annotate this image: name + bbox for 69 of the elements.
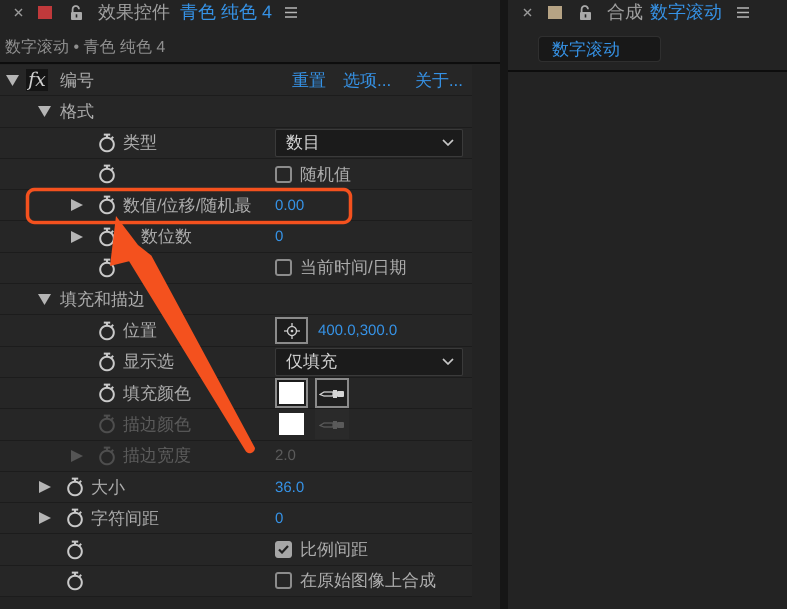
checkbox[interactable] [275,572,292,590]
stopwatch-icon[interactable] [98,226,116,247]
eyedropper-button[interactable] [315,378,349,408]
twirl-right-icon[interactable] [38,481,51,493]
stopwatch-icon[interactable] [66,477,84,497]
twirl-right-icon[interactable] [70,199,83,212]
dropdown[interactable]: 仅填充 [275,348,463,376]
group-label: 格式 [60,102,94,120]
action-link[interactable]: 选项... [343,72,392,89]
unlocked-padlock-icon[interactable] [579,4,592,20]
checkbox-label: 比例间距 [300,541,368,558]
checkbox-label: 随机值 [300,166,351,183]
number-value[interactable]: 0 [275,510,284,526]
target-button[interactable] [275,317,308,344]
checkbox[interactable] [275,166,292,183]
breadcrumb: 数字滚动 • 青色 纯色 4 [5,40,166,56]
coordinate-value[interactable]: 400.0,300.0 [318,323,398,338]
property-label: 数值/位移/随机最 [123,196,252,214]
stopwatch-icon[interactable] [98,320,116,341]
twirl-right-icon[interactable] [38,512,51,524]
checkbox-label: 在原始图像上合成 [300,572,436,590]
property-label: 数位数 [141,228,192,246]
number-value[interactable]: 36.0 [275,480,304,494]
property-label: 显示选 [123,353,174,370]
stopwatch-icon[interactable] [98,164,116,184]
twirl-down-icon[interactable] [38,106,51,117]
checkbox[interactable] [275,541,292,558]
property-label: 填充颜色 [123,384,191,402]
stopwatch-icon[interactable] [98,195,116,216]
stopwatch-icon[interactable] [98,352,116,372]
eyedropper-icon [319,388,345,398]
stopwatch-icon[interactable] [98,132,116,153]
panel-title: 合成 [607,3,643,21]
twirl-down-icon[interactable] [6,74,19,86]
checkbox[interactable] [275,259,292,276]
stopwatch-icon[interactable] [98,383,116,404]
close-icon[interactable] [14,8,23,16]
chevron-down-icon [442,358,454,366]
property-label: 字符间距 [91,510,159,527]
group-label: 填充和描边 [60,290,145,308]
eyedropper-icon [319,419,345,430]
property-label: 类型 [123,134,157,152]
chevron-down-icon [442,139,454,146]
unlocked-padlock-icon[interactable] [70,4,83,20]
property-label: 大小 [91,478,125,496]
checkmark-icon [278,545,289,554]
dropdown[interactable]: 数目 [275,128,463,157]
menu-icon[interactable] [285,6,298,18]
twirl-right-icon[interactable] [70,230,83,243]
number-value[interactable]: 0.00 [275,198,304,213]
panel-subject[interactable]: 数字滚动 [650,3,722,21]
stopwatch-icon[interactable] [66,540,84,560]
twirl-down-icon[interactable] [38,294,51,305]
menu-icon[interactable] [737,6,749,18]
effect-toggle-button[interactable]: fx [26,69,48,92]
checkbox-label: 当前时间/日期 [300,259,407,276]
close-icon[interactable] [523,8,532,16]
viewer-tab[interactable]: 数字滚动 [538,36,661,62]
stopwatch-icon[interactable] [66,508,84,528]
stopwatch-icon[interactable] [66,570,84,591]
number-value[interactable]: 0 [275,229,284,244]
stopwatch-icon[interactable] [98,258,116,278]
effect-name: 编号 [60,72,94,89]
property-label: 位置 [123,322,157,340]
action-link[interactable]: 关于... [414,72,463,89]
crosshair-icon [284,322,300,339]
panel-subject[interactable]: 青色 纯色 4 [180,3,272,21]
panel-title: 效果控件 [98,3,170,21]
action-link[interactable]: 重置 [292,72,326,89]
